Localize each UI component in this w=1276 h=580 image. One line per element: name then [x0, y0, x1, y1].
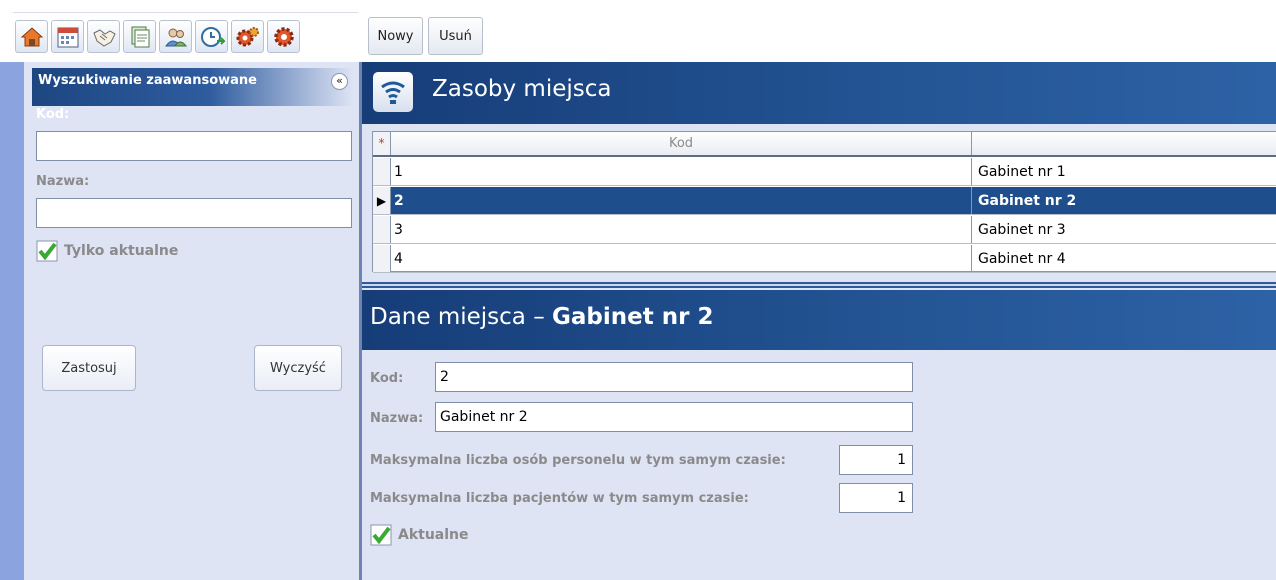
detail-name-label: Nazwa:: [370, 411, 424, 426]
calendar-icon[interactable]: [51, 20, 84, 53]
cell-kod: 2: [391, 187, 972, 214]
table-row-selected[interactable]: ▶ 2 Gabinet nr 2: [373, 187, 1276, 215]
left-accent-strip: [0, 62, 24, 580]
documents-icon[interactable]: [123, 20, 156, 53]
search-code-input[interactable]: [36, 131, 352, 161]
advanced-search-title: Wyszukiwanie zaawansowane: [38, 73, 257, 88]
apply-button[interactable]: Zastosuj: [42, 345, 136, 391]
max-patients-label: Maksymalna liczba pacjentów w tym samym …: [370, 491, 749, 506]
cell-name: Gabinet nr 1: [978, 164, 1066, 180]
cell-name: Gabinet nr 2: [978, 193, 1077, 209]
search-name-label: Nazwa:: [36, 174, 90, 189]
horizontal-splitter[interactable]: [362, 282, 1276, 288]
row-indicator: ▶: [373, 187, 391, 214]
search-name-input[interactable]: [36, 198, 352, 228]
table-row[interactable]: 3 Gabinet nr 3: [373, 216, 1276, 244]
grid-header-row: * Kod: [373, 132, 1276, 157]
detail-name-input[interactable]: [435, 402, 913, 432]
resources-title: Zasoby miejsca: [432, 76, 612, 102]
toolbar: Nowy Usuń: [0, 0, 1276, 62]
detail-code-label: Kod:: [370, 371, 404, 386]
checkmark-icon: [370, 524, 392, 546]
only-current-label: Tylko aktualne: [64, 243, 179, 259]
main-area: Zasoby miejsca * Kod 1 Gabinet nr 1 ▶ 2 …: [362, 62, 1276, 580]
detail-header: Dane miejsca – Gabinet nr 2: [362, 290, 1276, 350]
new-button[interactable]: Nowy: [368, 17, 423, 55]
clear-button[interactable]: Wyczyść: [254, 345, 342, 391]
max-staff-input[interactable]: [839, 445, 913, 475]
checkmark-icon: [36, 240, 58, 262]
column-header-kod[interactable]: Kod: [391, 132, 972, 155]
max-staff-label: Maksymalna liczba osób personelu w tym s…: [370, 453, 786, 468]
clock-arrow-icon[interactable]: [195, 20, 228, 53]
search-code-label: Kod:: [36, 107, 70, 122]
gears-icon[interactable]: [231, 20, 264, 53]
row-indicator: [373, 216, 391, 243]
row-indicator: [373, 158, 391, 185]
resources-grid: * Kod 1 Gabinet nr 1 ▶ 2 Gabinet nr 2 3 …: [372, 131, 1276, 273]
toolbar-icon-group: [13, 12, 358, 58]
handshake-icon[interactable]: [87, 20, 120, 53]
collapse-icon[interactable]: «: [331, 73, 348, 90]
signal-icon: [373, 72, 413, 112]
row-indicator: [373, 245, 391, 272]
table-row[interactable]: 4 Gabinet nr 4: [373, 245, 1276, 273]
cell-kod: 1: [391, 158, 972, 185]
advanced-search-header: Wyszukiwanie zaawansowane «: [32, 68, 354, 106]
detail-code-input[interactable]: [435, 362, 913, 392]
advanced-search-panel: Wyszukiwanie zaawansowane « Kod: Nazwa: …: [24, 62, 360, 580]
active-checkbox[interactable]: Aktualne: [370, 524, 520, 548]
column-header-name[interactable]: [972, 132, 1276, 155]
delete-button[interactable]: Usuń: [428, 17, 483, 55]
cell-kod: 3: [391, 216, 972, 243]
only-current-checkbox[interactable]: Tylko aktualne: [36, 240, 236, 264]
grid-new-row-marker: *: [373, 132, 391, 155]
cell-kod: 4: [391, 245, 972, 272]
table-row[interactable]: 1 Gabinet nr 1: [373, 158, 1276, 186]
home-icon[interactable]: [15, 20, 48, 53]
detail-title-name: Gabinet nr 2: [552, 304, 714, 330]
active-label: Aktualne: [398, 527, 469, 543]
resources-header: Zasoby miejsca: [362, 62, 1276, 124]
gear-icon[interactable]: [267, 20, 300, 53]
cell-name: Gabinet nr 3: [978, 222, 1066, 238]
max-patients-input[interactable]: [839, 483, 913, 513]
users-icon[interactable]: [159, 20, 192, 53]
cell-name: Gabinet nr 4: [978, 251, 1066, 267]
detail-title-prefix: Dane miejsca –: [370, 304, 553, 330]
detail-title: Dane miejsca – Gabinet nr 2: [370, 304, 713, 330]
